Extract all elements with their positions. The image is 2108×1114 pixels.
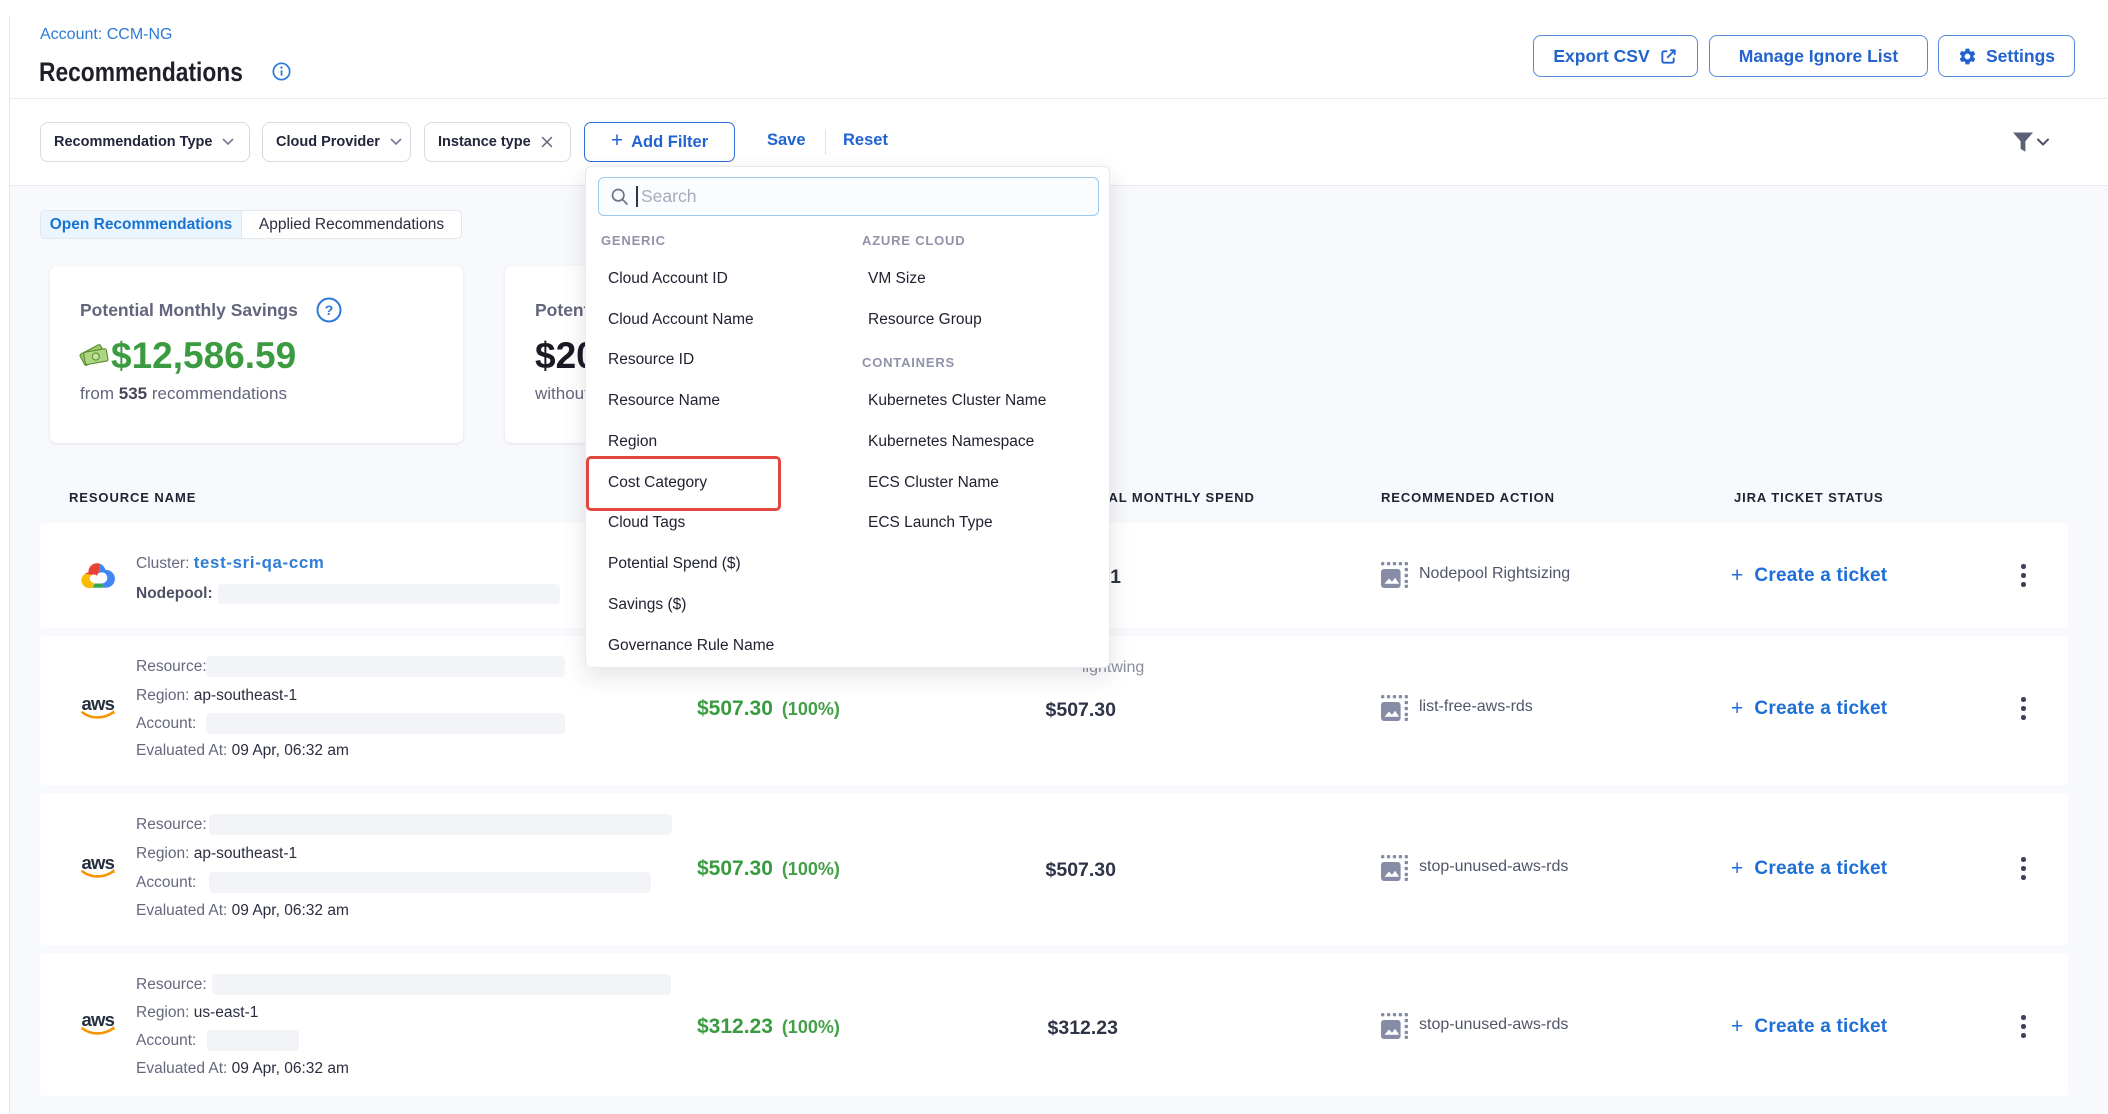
svg-text:aws: aws: [82, 1010, 115, 1030]
svg-text:aws: aws: [82, 694, 115, 714]
svg-text:?: ?: [325, 302, 334, 318]
svg-text:aws: aws: [82, 853, 115, 873]
